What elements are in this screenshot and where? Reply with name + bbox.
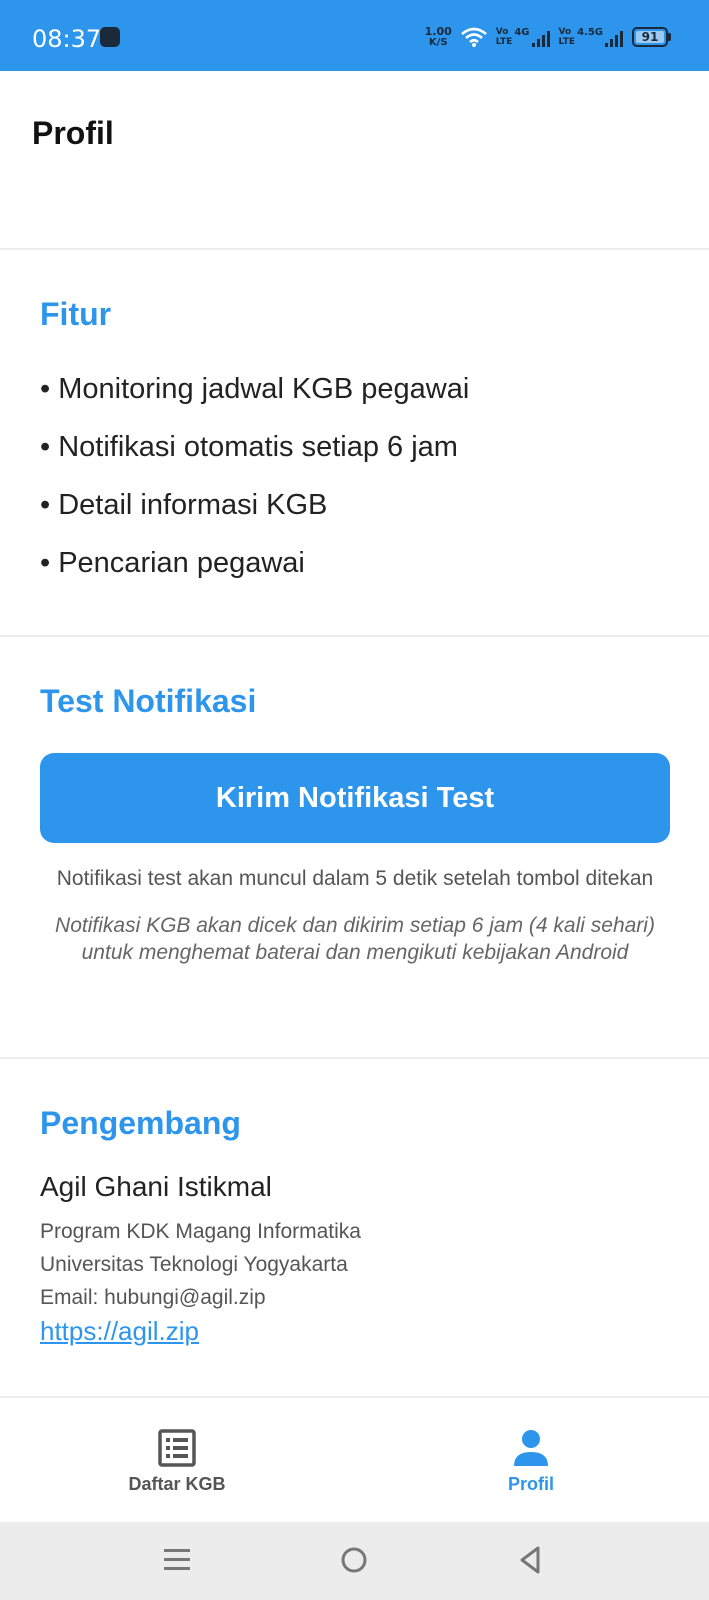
list-icon [158, 1429, 196, 1467]
signal-bars-icon [605, 31, 623, 47]
nav-label-daftar-kgb: Daftar KGB [128, 1474, 226, 1494]
clipped-scrolled-text: ~ ~ ~ ~ ~ ~ ~ ~ ~ ~ ~ ~ ~ ~ ~ ~ ~ ~ ~ ~ … [40, 186, 660, 200]
list-item: • Pencarian pegawai [40, 547, 305, 579]
status-icons: 1.00 K/S Vo LTE 4G Vo LTE 4.5G 91 [425, 22, 671, 52]
sim1-signal: Vo LTE 4G [496, 27, 550, 47]
app-bar: Profil [0, 71, 709, 183]
home-icon[interactable] [339, 1545, 369, 1575]
network-speed-unit: K/S [428, 37, 448, 48]
features-title: Fitur [40, 296, 112, 332]
developer-email: Email: hubungi@agil.zip [40, 1286, 266, 1309]
list-item: • Detail informasi KGB [40, 489, 328, 521]
person-icon [514, 1430, 548, 1466]
developer-section: Pengembang Agil Ghani Istikmal Program K… [40, 1105, 670, 1348]
sim2-volte-top: Vo [558, 27, 572, 37]
sim1-generation: 4G [514, 27, 530, 38]
features-section: Fitur • Monitoring jadwal KGB pegawai • … [40, 296, 670, 592]
sim1-volte-bottom: LTE [495, 37, 513, 47]
list-item: • Monitoring jadwal KGB pegawai [40, 373, 470, 405]
sim2-signal: Vo LTE 4.5G [559, 27, 623, 47]
section-divider [0, 1057, 709, 1059]
network-speed: 1.00 K/S [425, 26, 452, 48]
developer-program: Program KDK Magang Informatika [40, 1220, 361, 1243]
developer-name: Agil Ghani Istikmal [40, 1171, 272, 1202]
status-time: 08:37 [32, 25, 102, 53]
sim1-volte-top: Vo [495, 27, 509, 37]
system-navigation-bar [0, 1522, 709, 1600]
bottom-navigation: Daftar KGB Profil [0, 1396, 709, 1522]
list-item: • Notifikasi otomatis setiap 6 jam [40, 431, 458, 463]
developer-university: Universitas Teknologi Yogyakarta [40, 1253, 348, 1276]
nav-label-profil: Profil [507, 1474, 554, 1494]
sim2-volte-bottom: LTE [558, 37, 576, 47]
send-test-notification-button[interactable]: Kirim Notifikasi Test [40, 753, 670, 843]
menu-icon[interactable] [162, 1545, 192, 1575]
developer-website-link[interactable]: https://agil.zip [40, 1316, 199, 1346]
page-title: Profil [32, 115, 114, 151]
test-notification-section: Test Notifikasi Kirim Notifikasi Test No… [40, 683, 670, 966]
wifi-icon [460, 27, 487, 47]
status-bar: 08:37 1.00 K/S Vo LTE 4G Vo LTE 4.5G 91 [0, 0, 709, 71]
sim2-generation: 4.5G [577, 27, 603, 38]
battery-level: 91 [636, 30, 664, 44]
signal-bars-icon [531, 31, 550, 47]
test-notification-note: Notifikasi test akan muncul dalam 5 deti… [56, 867, 654, 890]
battery-icon: 91 [632, 27, 671, 47]
network-speed-value: 1.00 [424, 25, 452, 38]
kgb-schedule-info: Notifikasi KGB akan dicek dan dikirim se… [55, 914, 655, 964]
test-notification-title: Test Notifikasi [40, 683, 257, 719]
nav-item-daftar-kgb[interactable]: Daftar KGB [97, 1428, 257, 1495]
features-list: • Monitoring jadwal KGB pegawai • Notifi… [40, 360, 670, 592]
developer-title: Pengembang [40, 1105, 241, 1141]
nav-item-profil[interactable]: Profil [451, 1428, 611, 1495]
notification-dot-icon [100, 27, 120, 47]
section-divider [0, 635, 709, 637]
section-divider [0, 248, 709, 250]
back-icon[interactable] [516, 1545, 546, 1575]
